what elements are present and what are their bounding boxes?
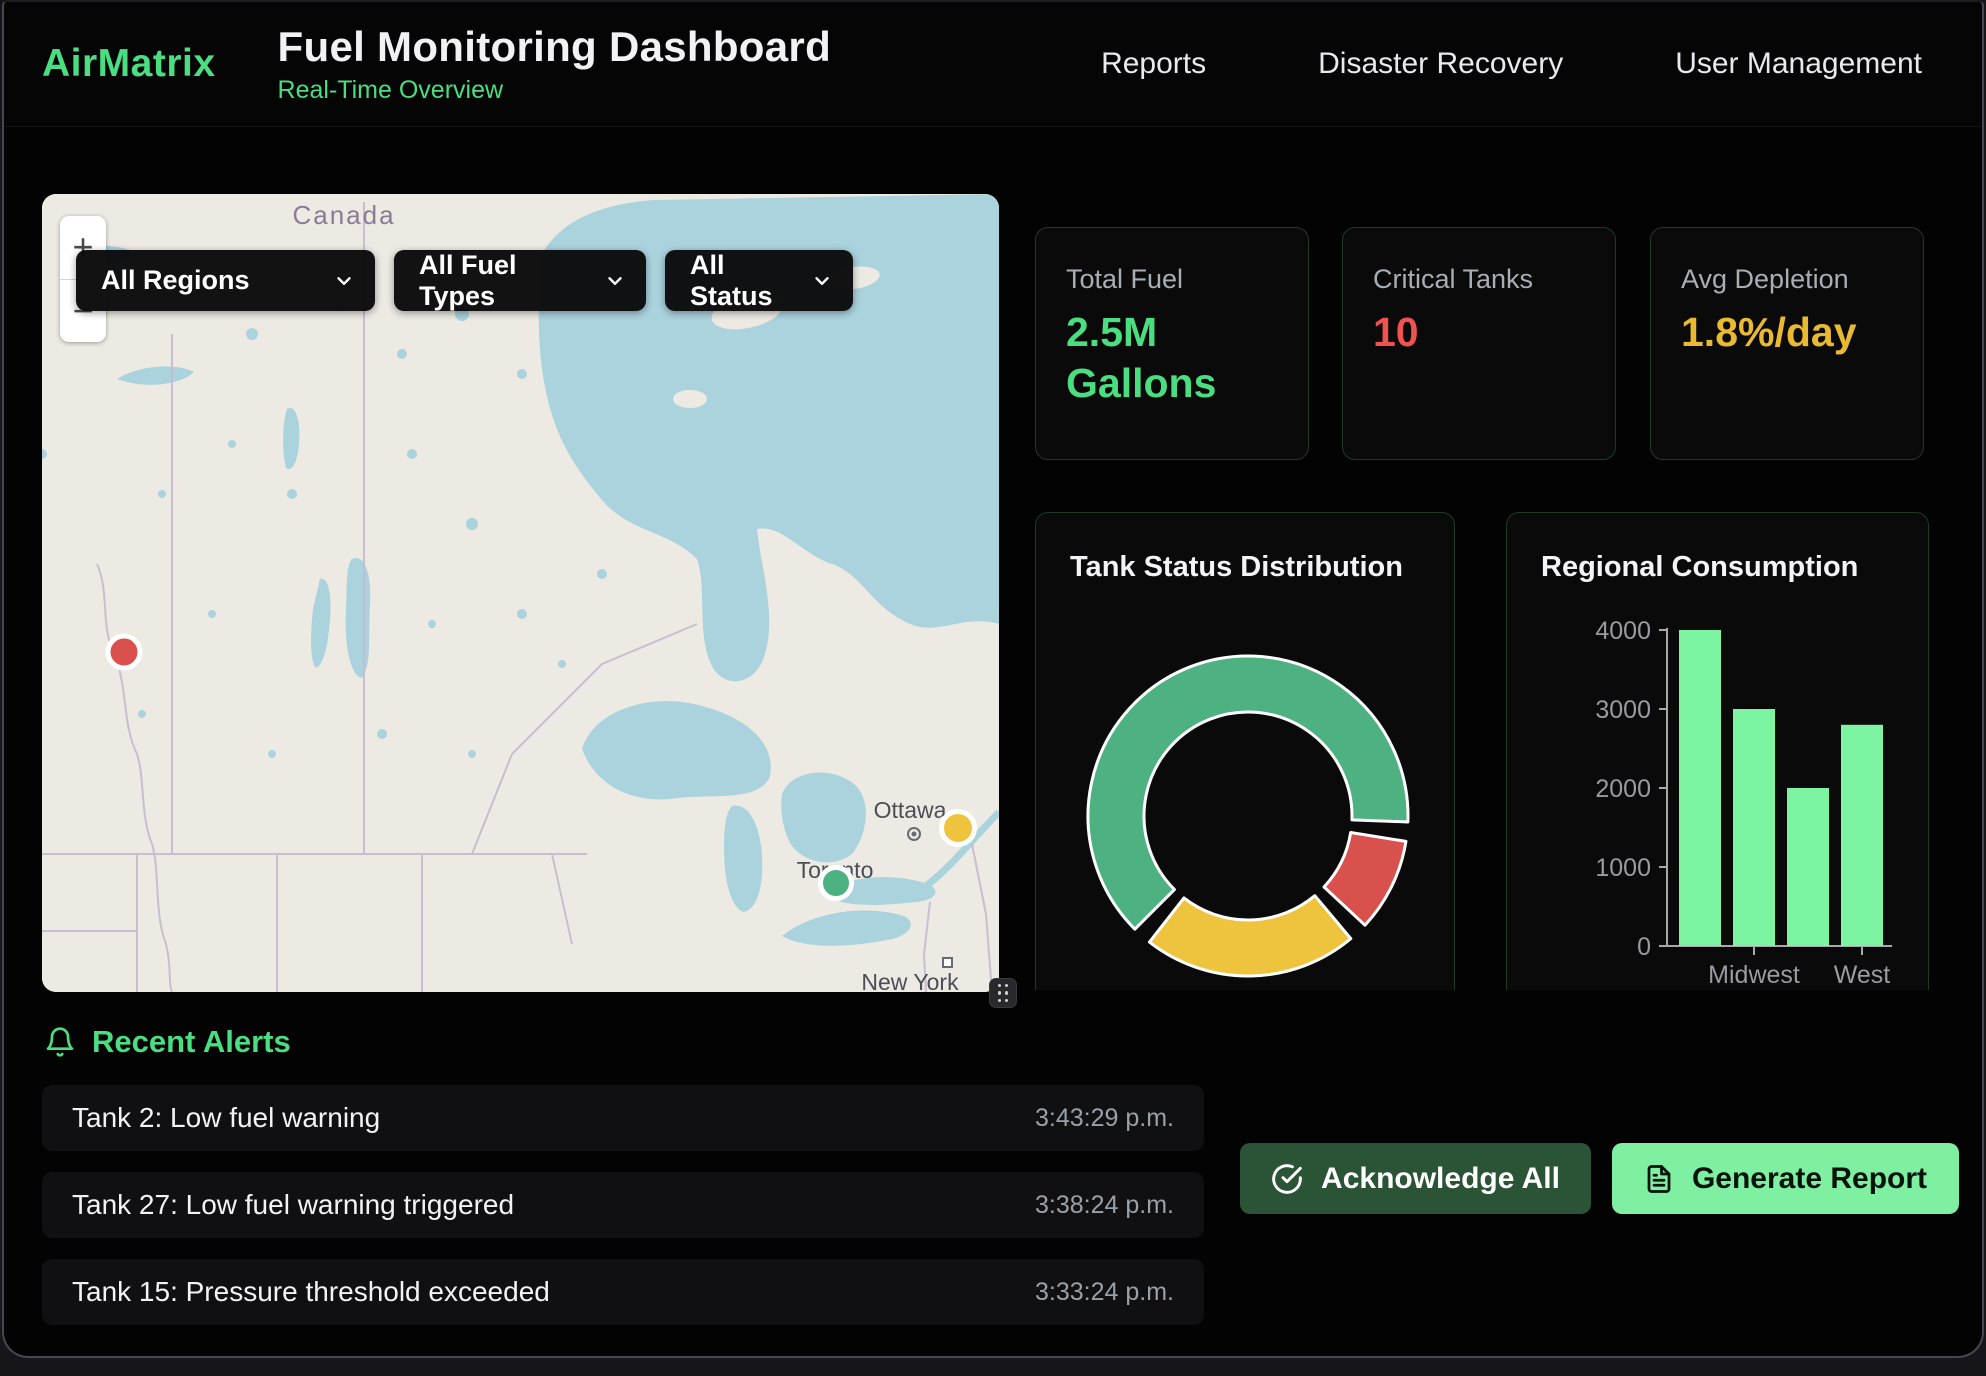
status-filter-dropdown[interactable]: All Status: [665, 250, 853, 311]
stat-label: Avg Depletion: [1681, 264, 1895, 295]
map-panel[interactable]: Canada Ottawa Toronto New York + − All R…: [42, 194, 999, 992]
acknowledge-all-button[interactable]: Acknowledge All: [1240, 1143, 1591, 1214]
alerts-header: Recent Alerts: [44, 1024, 291, 1060]
bar-midwest[interactable]: [1733, 709, 1775, 946]
x-axis-tick-label: Midwest: [1708, 961, 1800, 989]
nav-item-disaster-recovery[interactable]: Disaster Recovery: [1318, 47, 1563, 81]
status-filter-label: All Status: [690, 250, 797, 312]
y-axis-tick-label: 4000: [1595, 617, 1651, 645]
page-title: Fuel Monitoring Dashboard: [278, 23, 831, 71]
chevron-down-icon: [333, 270, 355, 292]
alert-time: 3:43:29 p.m.: [1035, 1104, 1174, 1133]
map-marker-critical[interactable]: [108, 636, 140, 668]
newyork-city-dot: [943, 958, 952, 967]
chart-title: Regional Consumption: [1507, 513, 1928, 584]
y-axis-tick-label: 1000: [1595, 854, 1651, 882]
stat-card-critical-tanks: Critical Tanks 10: [1342, 227, 1616, 460]
generate-report-label: Generate Report: [1692, 1162, 1927, 1196]
donut-segment-warning[interactable]: [1149, 896, 1350, 976]
map-canvas[interactable]: Canada Ottawa Toronto New York: [42, 194, 999, 992]
bar-west[interactable]: [1841, 725, 1883, 946]
title-block: Fuel Monitoring Dashboard Real-Time Over…: [278, 23, 831, 105]
main-nav: Reports Disaster Recovery User Managemen…: [1101, 47, 1922, 81]
chevron-down-icon: [811, 270, 833, 292]
stat-card-total-fuel: Total Fuel 2.5M Gallons: [1035, 227, 1309, 460]
alert-row[interactable]: Tank 2: Low fuel warning 3:43:29 p.m.: [42, 1085, 1204, 1151]
check-circle-icon: [1271, 1163, 1303, 1195]
tank-status-card: Tank Status Distribution: [1035, 512, 1455, 990]
generate-report-button[interactable]: Generate Report: [1612, 1143, 1959, 1214]
bell-icon: [44, 1025, 76, 1059]
regional-consumption-card: 4000 3000 2000 1000 0 Midwest West Regional Co…: [1506, 512, 1929, 990]
alert-text: Tank 27: Low fuel warning triggered: [72, 1189, 514, 1221]
acknowledge-all-label: Acknowledge All: [1321, 1162, 1560, 1196]
alert-text: Tank 2: Low fuel warning: [72, 1102, 380, 1134]
alert-row[interactable]: Tank 15: Pressure threshold exceeded 3:3…: [42, 1259, 1204, 1325]
alert-row[interactable]: Tank 27: Low fuel warning triggered 3:38…: [42, 1172, 1204, 1238]
page-subtitle: Real-Time Overview: [278, 76, 831, 105]
y-axis-tick-label: 0: [1637, 933, 1651, 961]
map-filter-bar: All Regions All Fuel Types All Status: [76, 250, 853, 311]
tank-status-donut-chart: [1036, 513, 1455, 990]
alert-time: 3:33:24 p.m.: [1035, 1278, 1174, 1307]
x-axis-tick-label: West: [1834, 961, 1891, 989]
nav-item-user-management[interactable]: User Management: [1675, 47, 1922, 81]
donut-segment-critical[interactable]: [1324, 833, 1406, 926]
file-text-icon: [1644, 1163, 1674, 1195]
dashboard-container: AirMatrix Fuel Monitoring Dashboard Real…: [2, 0, 1984, 1358]
fuel-types-filter-label: All Fuel Types: [419, 250, 590, 312]
regions-filter-label: All Regions: [101, 265, 250, 296]
chevron-down-icon: [604, 270, 626, 292]
regional-consumption-bar-chart: 4000 3000 2000 1000 0 Midwest West: [1507, 513, 1929, 990]
stat-value: 2.5M Gallons: [1066, 307, 1280, 410]
y-axis-tick-label: 2000: [1595, 775, 1651, 803]
alert-text: Tank 15: Pressure threshold exceeded: [72, 1276, 550, 1308]
stat-label: Total Fuel: [1066, 264, 1280, 295]
regions-filter-dropdown[interactable]: All Regions: [76, 250, 375, 311]
alert-time: 3:38:24 p.m.: [1035, 1191, 1174, 1220]
y-axis-tick-label: 3000: [1595, 696, 1651, 724]
app-header: AirMatrix Fuel Monitoring Dashboard Real…: [4, 2, 1982, 127]
map-label-canada: Canada: [292, 200, 395, 230]
map-marker-normal[interactable]: [821, 868, 852, 899]
map-label-new-york: New York: [861, 969, 959, 992]
map-island: [673, 390, 707, 408]
stat-value: 10: [1373, 307, 1587, 358]
stat-card-avg-depletion: Avg Depletion 1.8%/day: [1650, 227, 1924, 460]
bar-region-3[interactable]: [1787, 788, 1829, 946]
fuel-types-filter-dropdown[interactable]: All Fuel Types: [394, 250, 646, 311]
resize-grip-icon[interactable]: [989, 978, 1017, 1008]
stat-label: Critical Tanks: [1373, 264, 1587, 295]
alerts-title: Recent Alerts: [92, 1024, 291, 1060]
nav-item-reports[interactable]: Reports: [1101, 47, 1206, 81]
map-marker-warning[interactable]: [942, 812, 975, 845]
stat-value: 1.8%/day: [1681, 307, 1895, 358]
brand-logo[interactable]: AirMatrix: [42, 42, 216, 86]
map-label-ottawa: Ottawa: [874, 797, 947, 823]
bar-region-1[interactable]: [1679, 630, 1721, 946]
chart-title: Tank Status Distribution: [1036, 513, 1454, 584]
